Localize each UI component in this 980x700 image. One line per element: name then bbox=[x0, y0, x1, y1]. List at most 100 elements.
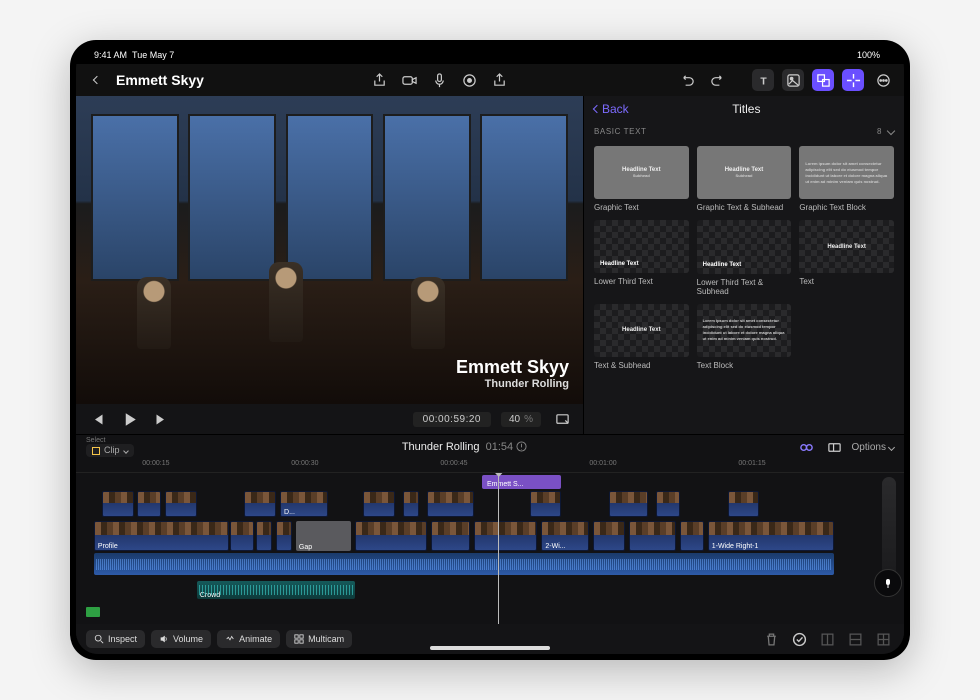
svg-text:T: T bbox=[760, 76, 767, 87]
play-icon[interactable] bbox=[118, 408, 140, 430]
gap-clip[interactable]: Gap bbox=[296, 521, 351, 551]
layout-3-icon[interactable] bbox=[872, 628, 894, 650]
layout-1-icon[interactable] bbox=[816, 628, 838, 650]
title-tile[interactable]: Headline TextText & Subhead bbox=[594, 304, 689, 370]
animate-button[interactable]: Animate bbox=[217, 630, 280, 648]
video-preview[interactable]: Emmett Skyy Thunder Rolling bbox=[76, 96, 583, 404]
title-thumb[interactable]: Headline Text bbox=[594, 304, 689, 357]
connected-clip[interactable] bbox=[137, 491, 161, 517]
multicam-button[interactable]: Multicam bbox=[286, 630, 352, 648]
marker[interactable] bbox=[86, 607, 100, 617]
connected-clip[interactable] bbox=[102, 491, 134, 517]
title-thumb[interactable]: Headline Text bbox=[799, 220, 894, 273]
browser-title: Titles bbox=[639, 102, 854, 116]
music-clip[interactable]: Crowd bbox=[197, 581, 355, 599]
options-button[interactable]: Options bbox=[852, 442, 894, 453]
connected-clip[interactable] bbox=[244, 491, 276, 517]
title-label: Text bbox=[799, 277, 894, 286]
clip-select-button[interactable]: Clip bbox=[86, 444, 134, 457]
connected-clip[interactable] bbox=[530, 491, 562, 517]
import-icon[interactable] bbox=[489, 69, 511, 91]
prev-frame-icon[interactable] bbox=[86, 408, 108, 430]
select-label: Select bbox=[86, 437, 134, 444]
trash-icon[interactable] bbox=[760, 628, 782, 650]
share-icon[interactable] bbox=[369, 69, 391, 91]
jog-wheel[interactable] bbox=[874, 569, 902, 597]
status-time: 9:41 AM bbox=[94, 50, 127, 60]
overlay-subtitle-text: Thunder Rolling bbox=[456, 378, 569, 390]
audio-clip[interactable] bbox=[94, 553, 835, 575]
project-title: Emmett Skyy bbox=[116, 72, 204, 88]
connected-clip[interactable] bbox=[656, 491, 680, 517]
title-clip[interactable]: Emmett S... bbox=[482, 475, 561, 489]
title-tile[interactable]: Headline TextSubheadGraphic Text & Subhe… bbox=[697, 146, 792, 212]
media-browser-icon[interactable] bbox=[782, 69, 804, 91]
mic-icon[interactable] bbox=[429, 69, 451, 91]
timeline-scrollbar[interactable] bbox=[882, 477, 896, 584]
title-tile[interactable]: Lorem ipsum dolor sit amet consectetur a… bbox=[799, 146, 894, 212]
connected-clip[interactable]: D... bbox=[280, 491, 328, 517]
connected-clip[interactable] bbox=[403, 491, 419, 517]
timecode-display[interactable]: 00:00:59:20 bbox=[413, 412, 491, 427]
connected-clip[interactable] bbox=[363, 491, 395, 517]
connected-clip[interactable] bbox=[427, 491, 475, 517]
camera-icon[interactable] bbox=[399, 69, 421, 91]
browser-section-header[interactable]: BASIC TEXT 8 bbox=[584, 122, 904, 140]
layout-2-icon[interactable] bbox=[844, 628, 866, 650]
primary-clip[interactable] bbox=[593, 521, 625, 551]
title-thumb[interactable]: Lorem ipsum dolor sit amet consectetur a… bbox=[697, 304, 792, 357]
volume-button[interactable]: Volume bbox=[151, 630, 211, 648]
connected-clip[interactable] bbox=[165, 491, 197, 517]
primary-clip[interactable] bbox=[276, 521, 292, 551]
title-thumb[interactable]: Headline TextSubhead bbox=[594, 146, 689, 199]
primary-clip[interactable] bbox=[680, 521, 704, 551]
link-icon[interactable] bbox=[796, 436, 818, 458]
primary-clip[interactable] bbox=[629, 521, 677, 551]
title-tile[interactable]: Headline TextLower Third Text bbox=[594, 220, 689, 295]
effects-browser-icon[interactable] bbox=[842, 69, 864, 91]
next-frame-icon[interactable] bbox=[150, 408, 172, 430]
primary-clip[interactable] bbox=[474, 521, 537, 551]
title-tile[interactable]: Lorem ipsum dolor sit amet consectetur a… bbox=[697, 304, 792, 370]
record-icon[interactable] bbox=[459, 69, 481, 91]
primary-clip[interactable] bbox=[230, 521, 254, 551]
timeline-ruler[interactable]: 00:00:1500:00:3000:00:4500:01:0000:01:15 bbox=[76, 459, 904, 473]
titles-browser-icon[interactable] bbox=[812, 69, 834, 91]
more-icon[interactable] bbox=[872, 69, 894, 91]
display-options-icon[interactable] bbox=[551, 408, 573, 430]
snap-icon[interactable] bbox=[824, 436, 846, 458]
connected-clip[interactable] bbox=[728, 491, 760, 517]
primary-clip[interactable]: 1-Wide Right-1 bbox=[708, 521, 835, 551]
primary-clip[interactable] bbox=[431, 521, 471, 551]
title-thumb[interactable]: Headline TextSubhead bbox=[697, 146, 792, 199]
title-thumb[interactable]: Headline Text bbox=[697, 220, 792, 273]
check-icon[interactable] bbox=[788, 628, 810, 650]
ruler-tick: 00:00:45 bbox=[440, 460, 467, 467]
primary-clip[interactable] bbox=[256, 521, 272, 551]
primary-clip[interactable]: 2-Wi... bbox=[541, 521, 589, 551]
ruler-tick: 00:01:15 bbox=[738, 460, 765, 467]
playhead[interactable] bbox=[498, 473, 499, 624]
inspect-button[interactable]: Inspect bbox=[86, 630, 145, 648]
title-tile[interactable]: Headline Text Text bbox=[799, 220, 894, 295]
primary-clip[interactable] bbox=[355, 521, 426, 551]
back-chevron-icon[interactable] bbox=[86, 69, 108, 91]
text-tool-icon[interactable]: T bbox=[752, 69, 774, 91]
title-tile[interactable]: Headline Text Lower Third Text & Subhead bbox=[697, 220, 792, 295]
title-label: Graphic Text Block bbox=[799, 203, 894, 212]
connected-clip[interactable] bbox=[609, 491, 649, 517]
title-tile[interactable]: Headline TextSubheadGraphic Text bbox=[594, 146, 689, 212]
undo-icon[interactable] bbox=[676, 69, 698, 91]
ruler-tick: 00:00:30 bbox=[291, 460, 318, 467]
home-indicator[interactable] bbox=[430, 646, 550, 650]
title-label: Text Block bbox=[697, 361, 792, 370]
timeline-tracks[interactable]: Emmett S... D... bbox=[76, 473, 904, 624]
title-thumb[interactable]: Headline Text bbox=[594, 220, 689, 273]
zoom-control[interactable]: 40% bbox=[501, 412, 541, 427]
title-thumb[interactable]: Lorem ipsum dolor sit amet consectetur a… bbox=[799, 146, 894, 199]
browser-back-button[interactable]: Back bbox=[594, 102, 629, 116]
redo-icon[interactable] bbox=[706, 69, 728, 91]
title-label: Lower Third Text & Subhead bbox=[697, 278, 792, 296]
ruler-tick: 00:00:15 bbox=[142, 460, 169, 467]
primary-clip[interactable]: Profile bbox=[94, 521, 229, 551]
